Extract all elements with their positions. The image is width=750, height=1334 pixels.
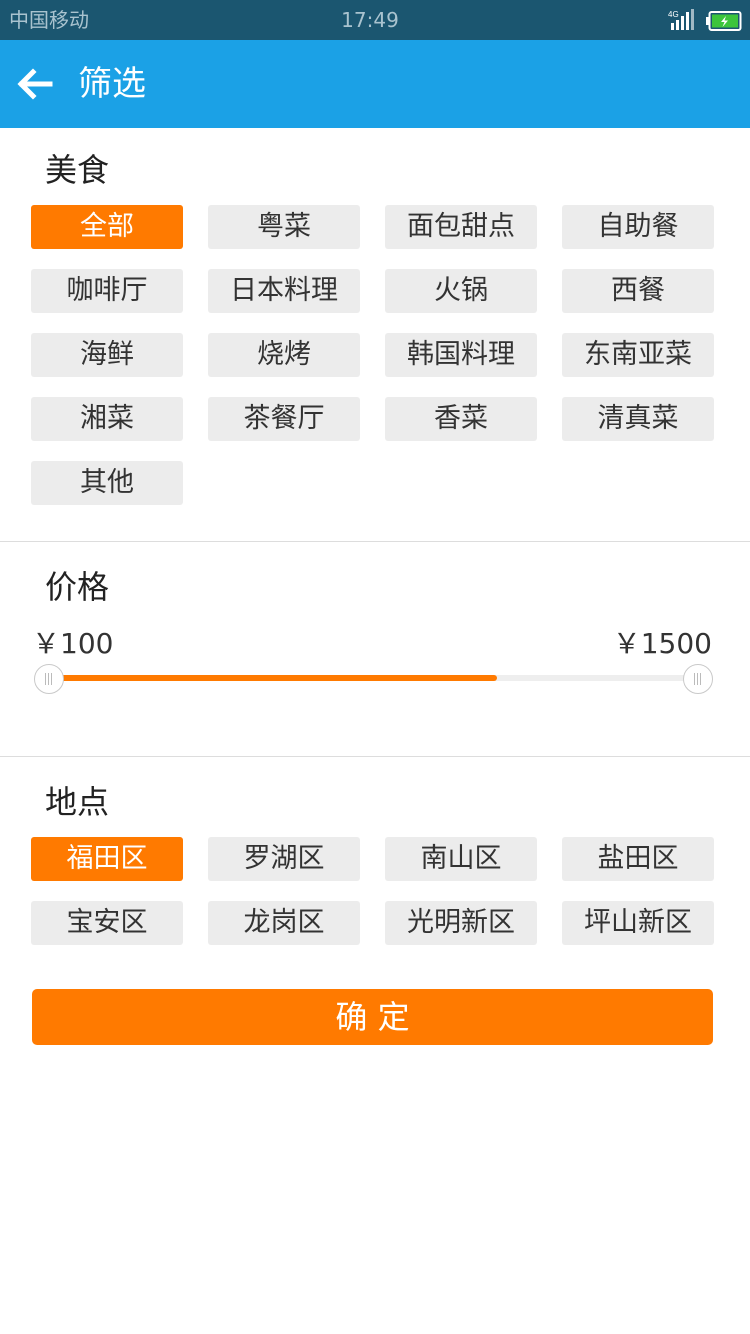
- confirm-button[interactable]: 确 定: [32, 989, 713, 1045]
- food-category-chip[interactable]: 西餐: [562, 269, 714, 313]
- food-category-chip[interactable]: 东南亚菜: [562, 333, 714, 377]
- location-chip[interactable]: 龙岗区: [208, 901, 360, 945]
- arrow-left-icon: [10, 68, 62, 112]
- food-category-chip[interactable]: 火锅: [385, 269, 537, 313]
- price-slider-min-handle[interactable]: [34, 664, 64, 694]
- food-category-chip[interactable]: 咖啡厅: [31, 269, 183, 313]
- price-max-label: ￥1500: [612, 627, 712, 660]
- location-chip[interactable]: 光明新区: [385, 901, 537, 945]
- food-section-title: 美食: [45, 151, 110, 189]
- food-category-chip[interactable]: 自助餐: [562, 205, 714, 249]
- status-time: 17:49: [341, 8, 399, 32]
- food-category-chip[interactable]: 韩国料理: [385, 333, 537, 377]
- location-section-title: 地点: [45, 783, 110, 821]
- location-chip[interactable]: 南山区: [385, 837, 537, 881]
- section-divider: [0, 541, 750, 542]
- section-divider: [0, 756, 750, 757]
- price-slider-max-handle[interactable]: [683, 664, 713, 694]
- food-category-chip[interactable]: 烧烤: [208, 333, 360, 377]
- food-category-chip[interactable]: 香菜: [385, 397, 537, 441]
- food-category-chip[interactable]: 湘菜: [31, 397, 183, 441]
- page-title: 筛选: [78, 64, 146, 104]
- food-category-chip[interactable]: 海鲜: [31, 333, 183, 377]
- food-category-chip[interactable]: 全部: [31, 205, 183, 249]
- location-chip[interactable]: 宝安区: [31, 901, 183, 945]
- location-chip[interactable]: 盐田区: [562, 837, 714, 881]
- network-type-label: 4G: [668, 10, 679, 19]
- location-chip[interactable]: 坪山新区: [562, 901, 714, 945]
- food-category-chip[interactable]: 面包甜点: [385, 205, 537, 249]
- back-button[interactable]: [10, 60, 62, 108]
- location-chip[interactable]: 罗湖区: [208, 837, 360, 881]
- location-chip[interactable]: 福田区: [31, 837, 183, 881]
- food-category-chip[interactable]: 粤菜: [208, 205, 360, 249]
- price-min-label: ￥100: [32, 627, 114, 660]
- battery-icon: [706, 10, 742, 32]
- status-bar: 中国移动 17:49 4G: [0, 0, 750, 40]
- price-slider-track[interactable]: [48, 675, 698, 681]
- food-category-chip[interactable]: 其他: [31, 461, 183, 505]
- price-slider-fill: [48, 675, 497, 681]
- signal-icon: 4G: [668, 8, 698, 34]
- food-category-chip[interactable]: 日本料理: [208, 269, 360, 313]
- price-section-title: 价格: [45, 568, 110, 606]
- food-category-chip[interactable]: 清真菜: [562, 397, 714, 441]
- food-category-chip[interactable]: 茶餐厅: [208, 397, 360, 441]
- app-bar: 筛选: [0, 40, 750, 128]
